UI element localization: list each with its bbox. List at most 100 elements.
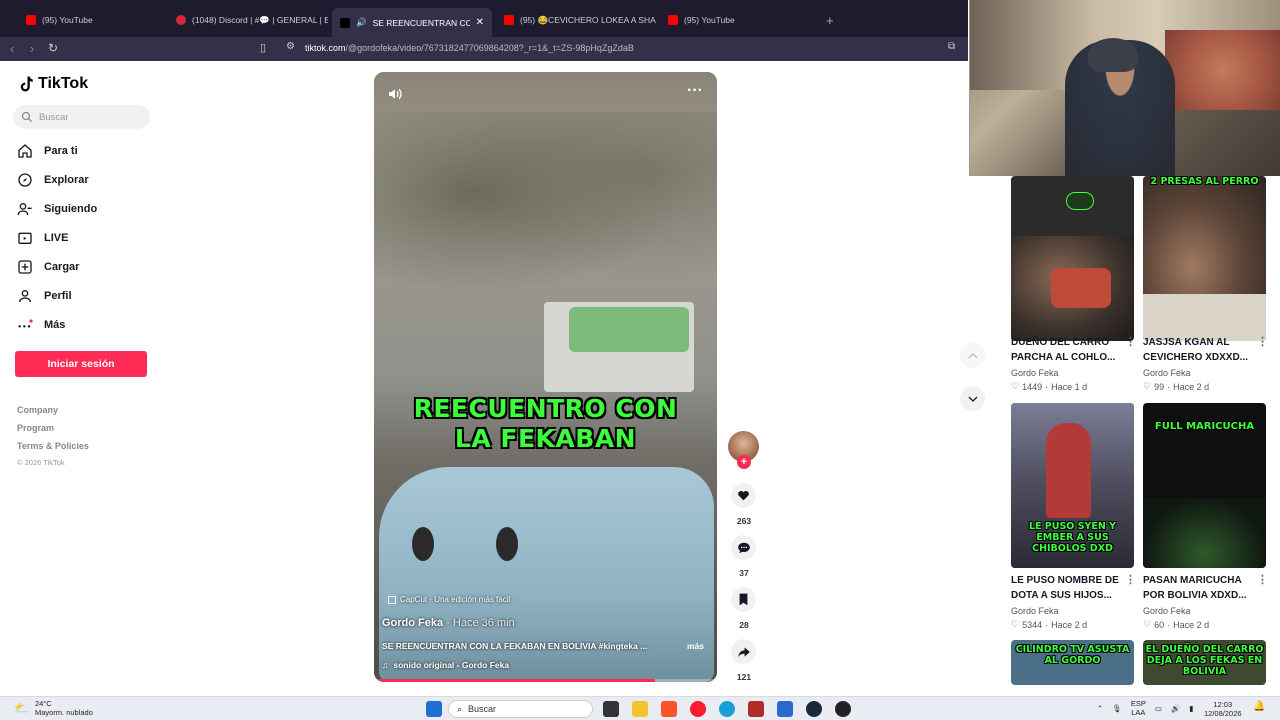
heart-icon (738, 490, 749, 501)
thumbnail-table (1143, 294, 1266, 341)
nav-item-mas[interactable]: Más (17, 317, 65, 333)
cloud-sun-icon: ⛅ (14, 700, 29, 715)
description-more-link[interactable]: más (687, 641, 704, 651)
next-video-button[interactable] (960, 386, 985, 411)
save-count: 28 (739, 620, 749, 630)
chevron-up-icon[interactable]: ⌃ (1097, 704, 1103, 713)
search-input[interactable]: Buscar (13, 105, 150, 129)
related-video-thumbnail[interactable]: FULL MARICUCHA (1143, 403, 1266, 568)
dota-icon[interactable] (748, 701, 764, 717)
related-video-author[interactable]: Gordo Feka (1011, 606, 1059, 616)
weather-widget[interactable]: ⛅ 24°C Mayorm. nublado (14, 699, 93, 717)
bookmark-icon (739, 593, 748, 606)
network-icon[interactable]: ▭ (1155, 704, 1162, 713)
nav-item-perfil[interactable]: Perfil (17, 288, 72, 304)
nav-item-cargar[interactable]: Cargar (17, 259, 79, 275)
heart-outline-icon: ♡ (1011, 619, 1020, 629)
share-button[interactable] (731, 639, 756, 664)
video-sound[interactable]: ♫ sonido original - Gordo Feka (382, 660, 509, 670)
browser-tab-active[interactable]: 🔊 SE REENCUENTRAN CON LA FEKABAN ✕ (332, 8, 492, 37)
nav-item-explorar[interactable]: Explorar (17, 172, 89, 188)
related-more-icon[interactable]: ⋮ (1125, 573, 1136, 586)
video-progress-bar[interactable] (374, 679, 717, 682)
reload-icon[interactable]: ↻ (48, 41, 58, 55)
related-video-title[interactable]: JASJSA KGAN AL CEVICHERO XDXXD... (1143, 335, 1255, 365)
tiktok-logo[interactable]: TikTok (17, 75, 88, 93)
more-icon (18, 319, 33, 328)
volume-icon[interactable]: 🔊 (1171, 704, 1180, 713)
related-more-icon[interactable]: ⋮ (1257, 335, 1268, 348)
windows-start-icon[interactable] (426, 701, 442, 717)
related-video-title[interactable]: DUEÑO DEL CARRO PARCHA AL COHLO... (1011, 335, 1123, 365)
back-icon[interactable]: ‹ (10, 41, 14, 56)
webcam-sofa (1165, 30, 1280, 110)
heart-outline-icon: ♡ (1143, 381, 1152, 391)
close-tab-icon[interactable]: ✕ (476, 17, 484, 28)
battery-icon[interactable]: ▮ (1189, 704, 1193, 713)
new-tab-icon[interactable]: + (826, 13, 834, 28)
related-video-title[interactable]: LE PUSO NOMBRE DE DOTA A SUS HIJOS... (1011, 573, 1123, 603)
related-video-thumbnail[interactable]: EL DUEÑO DEL CARRO DEJA A LOS FEKAS EN B… (1143, 640, 1266, 685)
thumbnail-caption: FULL MARICUCHA (1154, 421, 1255, 432)
related-video-author[interactable]: Gordo Feka (1143, 368, 1191, 378)
youtube-icon (504, 15, 514, 25)
volume-icon[interactable] (387, 86, 403, 107)
related-video-thumbnail[interactable]: CILINDRO TV ASUSTA AL GORDO (1011, 640, 1134, 685)
taskbar-search[interactable]: ⌕ Buscar (448, 700, 593, 718)
footer-link-program[interactable]: Program (17, 423, 54, 433)
related-video-thumbnail[interactable]: 2 PRESAS AL PERRO (1143, 176, 1266, 341)
related-more-icon[interactable]: ⋮ (1125, 335, 1136, 348)
browser-tab[interactable]: (95) YouTube (18, 8, 173, 32)
like-button[interactable] (731, 483, 756, 508)
related-video-thumbnail[interactable]: LE PUSO SYEN Y EMBER A SUS CHIBOLOS DXD (1011, 403, 1134, 568)
previous-video-button[interactable] (960, 343, 985, 368)
related-more-icon[interactable]: ⋮ (1257, 573, 1268, 586)
nav-item-para-ti[interactable]: Para ti (17, 143, 78, 159)
related-video-title[interactable]: PASAN MARICUCHA POR BOLIVIA XDXD... (1143, 573, 1255, 603)
nav-item-live[interactable]: LIVE (17, 230, 68, 246)
store-icon[interactable] (777, 701, 793, 717)
video-author[interactable]: Gordo Feka · Hace 36 min (382, 617, 515, 629)
clock[interactable]: 12:03 12/08/2026 (1204, 700, 1242, 718)
comment-button[interactable] (731, 535, 756, 560)
footer-link-terms[interactable]: Terms & Policies (17, 441, 89, 451)
capcut-badge[interactable]: CapCut · Una edición más fácil (388, 595, 510, 604)
microphone-icon[interactable]: 🎙 (1112, 704, 1122, 713)
save-button[interactable] (731, 587, 756, 612)
app-icon[interactable] (835, 701, 851, 717)
file-explorer-icon[interactable] (632, 701, 648, 717)
youtube-icon (668, 15, 678, 25)
language-indicator[interactable]: ESP LAA (1131, 699, 1146, 717)
related-video-thumbnail[interactable] (1011, 176, 1134, 341)
related-video-author[interactable]: Gordo Feka (1011, 368, 1059, 378)
follow-plus-icon[interactable]: + (737, 455, 751, 469)
thumbnail-caption: 2 PRESAS AL PERRO (1150, 176, 1259, 187)
bookmark-icon[interactable]: ▯ (260, 41, 266, 54)
edge-icon[interactable] (719, 701, 735, 717)
notification-icon[interactable]: 🔔 (1253, 701, 1265, 712)
video-more-icon[interactable]: ··· (687, 82, 703, 100)
forward-icon[interactable]: › (30, 41, 34, 56)
nav-item-siguiendo[interactable]: Siguiendo (17, 201, 97, 217)
footer-link-company[interactable]: Company (17, 405, 58, 415)
opera-icon[interactable] (690, 701, 706, 717)
related-video-author[interactable]: Gordo Feka (1143, 606, 1191, 616)
url-field[interactable]: tiktok.com/@gordofeka/video/767318247706… (305, 43, 634, 53)
site-info-icon[interactable]: ⚙ (286, 41, 295, 52)
webcam-streamer-hair (1088, 38, 1138, 72)
chevron-up-icon (968, 352, 977, 358)
browser-tab[interactable]: (1048) Discord | #💬 | GENERAL | EISUS (168, 8, 328, 32)
task-view-icon[interactable] (603, 701, 619, 717)
browser-tab[interactable]: (95) 😂CEVICHERO LOKEA A SHAKA (496, 8, 656, 32)
translate-icon[interactable]: ⧉ (948, 41, 955, 52)
comment-icon (737, 542, 750, 553)
comment-count: 37 (739, 568, 749, 578)
steam-icon[interactable] (806, 701, 822, 717)
brave-browser-icon[interactable] (661, 701, 677, 717)
tiktok-icon (340, 17, 350, 28)
browser-tab[interactable]: (95) YouTube (660, 8, 810, 32)
video-progress-fill (374, 679, 656, 682)
home-icon (18, 144, 32, 158)
video-player[interactable]: REECUENTRO CON LA FEKABAN ··· CapCut · U… (374, 72, 717, 682)
login-button[interactable]: Iniciar sesión (15, 351, 147, 377)
